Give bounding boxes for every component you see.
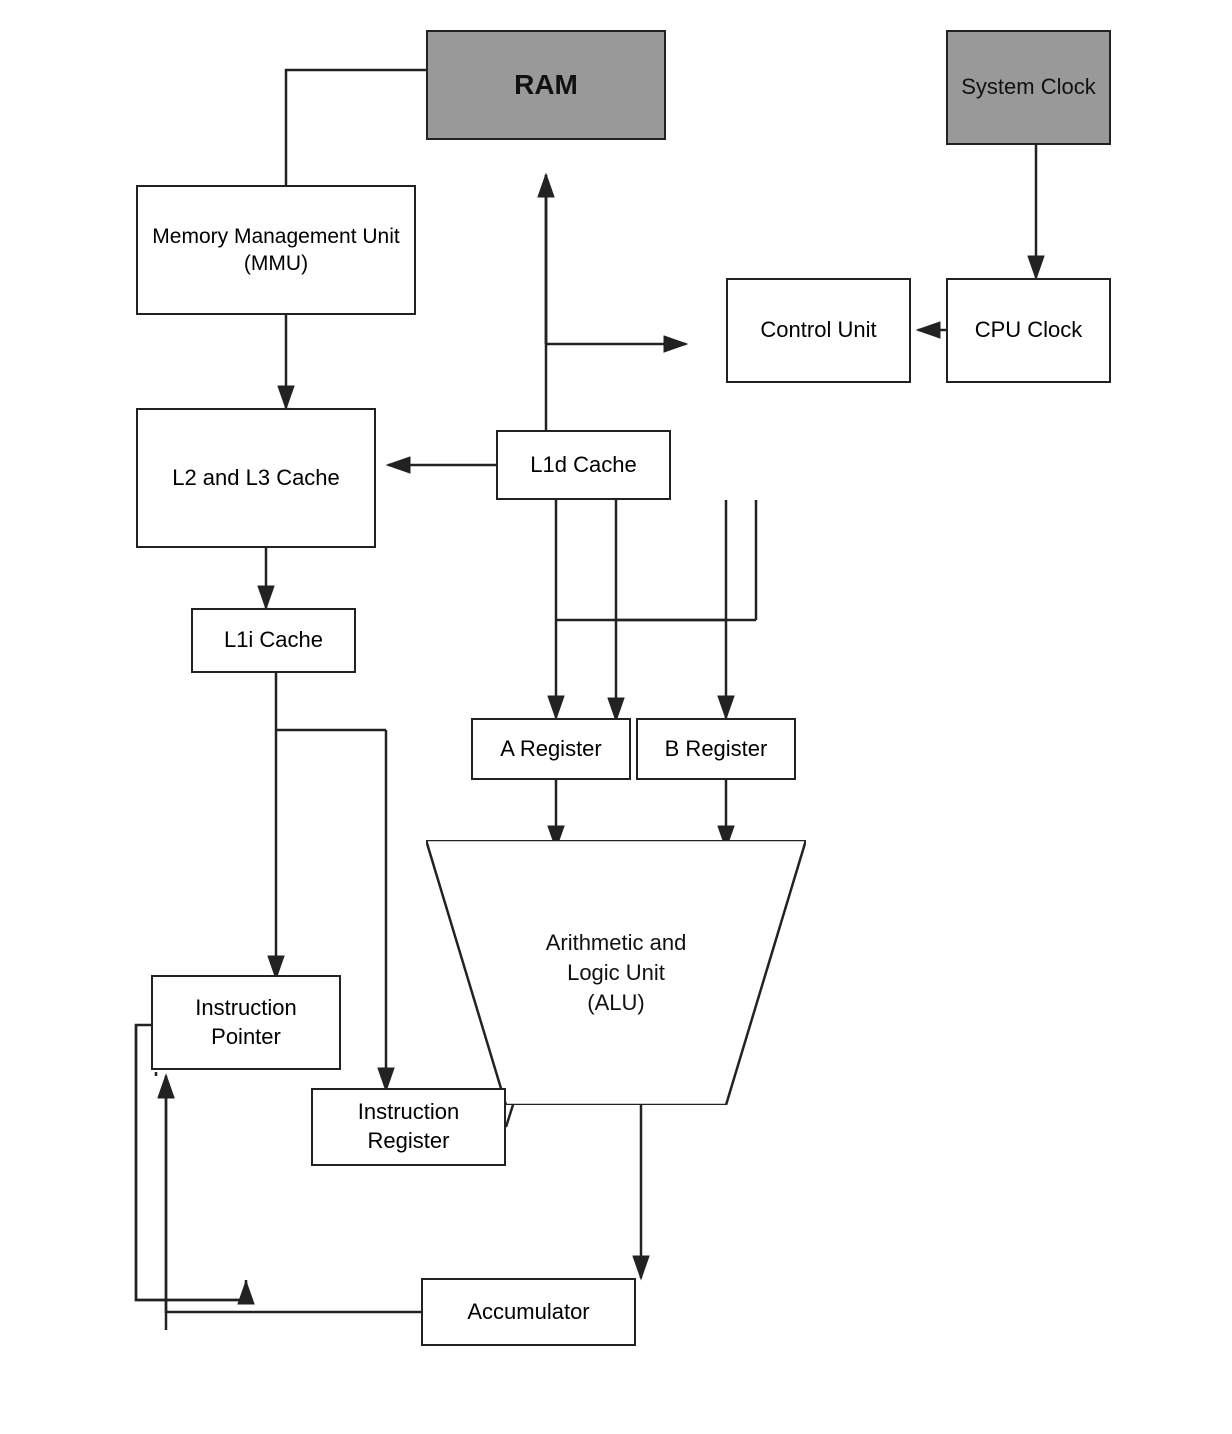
ram-box: RAM — [426, 30, 666, 140]
diagram-container: RAM System Clock Memory Management Unit … — [116, 0, 1116, 1400]
instruction-register-box: Instruction Register — [311, 1088, 506, 1166]
cpu-clock-box: CPU Clock — [946, 278, 1111, 383]
svg-text:Arithmetic and: Arithmetic and — [546, 930, 687, 955]
l1i-cache-box: L1i Cache — [191, 608, 356, 673]
l1d-cache-box: L1d Cache — [496, 430, 671, 500]
svg-text:(ALU): (ALU) — [587, 990, 644, 1015]
accumulator-box: Accumulator — [421, 1278, 636, 1346]
a-register-box: A Register — [471, 718, 631, 780]
system-clock-box: System Clock — [946, 30, 1111, 145]
control-unit-box: Control Unit — [726, 278, 911, 383]
svg-text:Logic Unit: Logic Unit — [567, 960, 665, 985]
l2l3-cache-box: L2 and L3 Cache — [136, 408, 376, 548]
instruction-pointer-box: Instruction Pointer — [151, 975, 341, 1070]
alu-svg: Arithmetic and Logic Unit (ALU) — [426, 840, 806, 1105]
b-register-box: B Register — [636, 718, 796, 780]
mmu-box: Memory Management Unit (MMU) — [136, 185, 416, 315]
